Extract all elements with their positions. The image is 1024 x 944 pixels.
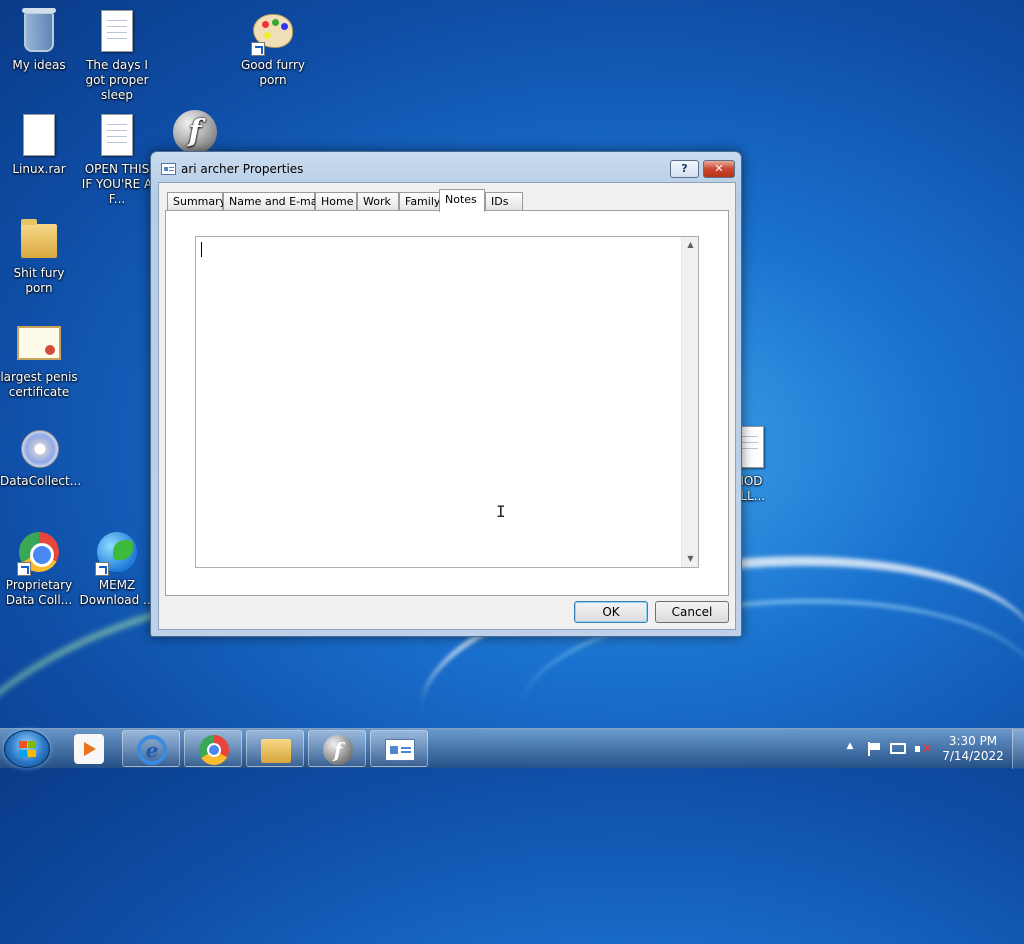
taskbar-chrome[interactable]	[184, 730, 242, 767]
desktop-icon-open-this[interactable]: OPEN THIS IF YOU'RE A F...	[78, 112, 156, 207]
desktop-icon-label: Shit fury porn	[13, 266, 65, 295]
clock-date: 7/14/2022	[942, 749, 1004, 763]
tab-notes[interactable]: Notes	[439, 189, 485, 212]
taskbar: e f ▲ 3:30 PM 7/14/2022	[0, 728, 1024, 769]
shortcut-arrow-icon	[95, 562, 109, 576]
ok-button[interactable]: OK	[574, 601, 648, 623]
action-center-flag-icon[interactable]	[866, 742, 882, 756]
desktop-icon-datacollect[interactable]: DataCollect...	[0, 424, 82, 489]
dialog-body: Summary Name and E-mail Home Work Family…	[158, 182, 736, 630]
document-icon	[93, 112, 141, 160]
music-folder-icon	[15, 216, 63, 264]
chrome-icon	[15, 528, 63, 576]
desktop-icon-label: My ideas	[12, 58, 66, 72]
desktop-icon-label: Linux.rar	[12, 162, 66, 176]
folder-icon	[261, 739, 291, 763]
internet-explorer-icon: e	[137, 735, 167, 765]
chrome-icon	[199, 735, 229, 765]
paint-palette-icon	[249, 8, 297, 56]
text-caret	[201, 242, 202, 257]
notes-scrollbar[interactable]: ▲ ▼	[681, 237, 698, 567]
contact-card-icon	[385, 739, 415, 761]
installer-disc-icon	[15, 424, 63, 472]
desktop-icon-shit-fury[interactable]: Shit fury porn	[0, 216, 78, 296]
desktop-icon-label: Good furry porn	[240, 58, 305, 87]
desktop-icon-my-ideas[interactable]: My ideas	[0, 8, 78, 73]
shortcut-arrow-icon	[251, 42, 265, 56]
volume-muted-icon[interactable]	[914, 741, 932, 756]
desktop-icon-label: The days I got proper sleep	[85, 58, 149, 102]
media-player-icon	[74, 734, 104, 764]
show-hidden-icons-button[interactable]: ▲	[843, 741, 857, 755]
scroll-up-arrow-icon[interactable]: ▲	[682, 237, 699, 253]
desktop-icon-sleep-doc[interactable]: The days I got proper sleep	[78, 8, 156, 103]
contact-card-icon	[161, 163, 176, 175]
document-icon	[93, 8, 141, 56]
clock-time: 3:30 PM	[948, 734, 998, 748]
desktop-icon-certificate[interactable]: largest penis certificate	[0, 320, 78, 400]
taskbar-contact-properties[interactable]	[370, 730, 428, 767]
scroll-down-arrow-icon[interactable]: ▼	[682, 551, 699, 567]
network-icon[interactable]	[890, 743, 906, 754]
cancel-button[interactable]: Cancel	[655, 601, 729, 623]
tab-home[interactable]: Home	[315, 192, 357, 211]
windows-logo-icon	[19, 741, 37, 758]
tab-family[interactable]: Family	[399, 192, 440, 211]
desktop-icon-good-furry[interactable]: Good furry porn	[234, 8, 312, 88]
tab-ids[interactable]: IDs	[485, 192, 523, 211]
ibeam-cursor-icon: I	[496, 502, 506, 521]
recycle-bin-icon	[15, 8, 63, 56]
desktop-icon-proprietary[interactable]: Proprietary Data Coll...	[0, 528, 78, 608]
system-clock[interactable]: 3:30 PM 7/14/2022	[940, 734, 1006, 764]
tab-name-email[interactable]: Name and E-mail	[223, 192, 324, 211]
taskbar-internet-explorer[interactable]: e	[122, 730, 180, 767]
dialog-title: ari archer Properties	[181, 162, 304, 176]
document-icon	[15, 112, 63, 160]
notes-tab-panel: ▲ ▼ I	[165, 210, 729, 596]
flash-player-icon: f	[323, 735, 353, 765]
download-manager-icon	[93, 528, 141, 576]
desktop-icon-memz[interactable]: MEMZ Download ...	[78, 528, 156, 608]
taskbar-media-player[interactable]	[60, 730, 118, 767]
certificate-icon	[15, 320, 63, 368]
desktop-icon-label: Proprietary Data Coll...	[5, 578, 73, 607]
desktop-icon-label: largest penis certificate	[0, 370, 78, 399]
tab-summary[interactable]: Summary	[167, 192, 226, 211]
start-button[interactable]	[4, 730, 50, 768]
desktop-icon-label: DataCollect...	[0, 474, 82, 488]
taskbar-flash[interactable]: f	[308, 730, 366, 767]
help-button[interactable]: ?	[670, 160, 699, 178]
properties-dialog: ari archer Properties ? ✕ Summary Name a…	[150, 151, 742, 637]
notes-textarea[interactable]: ▲ ▼ I	[195, 236, 699, 568]
dialog-titlebar[interactable]: ari archer Properties ? ✕	[151, 152, 741, 182]
show-desktop-button[interactable]	[1012, 729, 1024, 769]
close-button[interactable]: ✕	[703, 160, 735, 178]
desktop-icon-linux-rar[interactable]: Linux.rar	[0, 112, 78, 177]
shortcut-arrow-icon	[17, 562, 31, 576]
tab-work[interactable]: Work	[357, 192, 399, 211]
taskbar-explorer[interactable]	[246, 730, 304, 767]
desktop-icon-label: OPEN THIS IF YOU'RE A F...	[81, 162, 153, 206]
desktop-icon-label: MEMZ Download ...	[79, 578, 155, 607]
